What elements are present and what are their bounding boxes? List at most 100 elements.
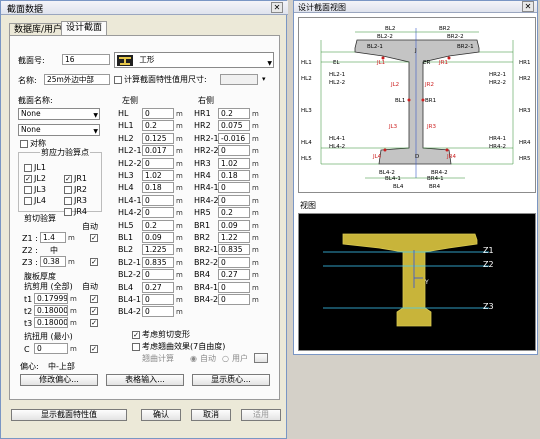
right-param-input-hr2-2[interactable]: 0 xyxy=(218,145,250,156)
calc-props-checkbox[interactable] xyxy=(114,76,122,84)
section-name-input[interactable]: 25m外边中部 xyxy=(44,74,110,85)
t3-auto-checkbox[interactable]: ✓ xyxy=(90,319,98,327)
right-param-input-hr5[interactable]: 0.2 xyxy=(218,207,250,218)
select-1-value: None xyxy=(21,109,41,118)
right-param-input-hr4-2[interactable]: 0 xyxy=(218,195,250,206)
right-param-input-br2-1[interactable]: 0.835 xyxy=(218,244,250,255)
jl2-checkbox[interactable]: ✓ xyxy=(24,175,32,183)
right-param-unit: m xyxy=(252,259,259,267)
left-param-input-bl4-2[interactable]: 0 xyxy=(142,306,174,317)
right-param-input-hr3[interactable]: 1.02 xyxy=(218,158,250,169)
left-param-unit: m xyxy=(176,147,183,155)
preview-svg xyxy=(323,233,489,327)
t2-label: t2 xyxy=(24,307,33,316)
left-param-input-bl4-1[interactable]: 0 xyxy=(142,294,174,305)
right-param-input-hr4[interactable]: 0.18 xyxy=(218,170,250,181)
left-param-input-hl4-1[interactable]: 0 xyxy=(142,195,174,206)
z3-input[interactable]: 0.38 xyxy=(40,256,66,267)
left-param-input-hl4-2[interactable]: 0 xyxy=(142,207,174,218)
right-param-input-br4-1[interactable]: 0 xyxy=(218,282,250,293)
right-param-unit: m xyxy=(252,234,259,242)
jr2-label: JR2 xyxy=(74,185,88,194)
preview-z3-label: Z3 xyxy=(483,302,494,311)
jr1-checkbox[interactable]: ✓ xyxy=(64,175,72,183)
jr4-checkbox[interactable] xyxy=(64,208,72,216)
right-param-input-hr2-1[interactable]: -0.016 xyxy=(218,133,250,144)
z1-unit: m xyxy=(68,234,75,242)
t2-input[interactable]: 0.18000 xyxy=(34,305,68,316)
left-param-input-hl2-1[interactable]: 0.017 xyxy=(142,145,174,156)
jl3-checkbox[interactable] xyxy=(24,186,32,194)
t3-label: t3 xyxy=(24,319,33,328)
right-param-unit: m xyxy=(252,135,259,143)
tab-design-section[interactable]: 设计截面 xyxy=(61,21,108,36)
z1-auto-checkbox[interactable]: ✓ xyxy=(90,234,98,242)
edit-offset-button[interactable]: 修改偏心... xyxy=(20,374,98,386)
z3-auto-checkbox[interactable]: ✓ xyxy=(90,258,98,266)
section-shape-select[interactable]: 工形 ▼ xyxy=(114,52,274,68)
right-param-input-br2[interactable]: 1.22 xyxy=(218,232,250,243)
close-icon[interactable]: ✕ xyxy=(522,1,534,12)
left-param-input-bl2-2[interactable]: 0 xyxy=(142,269,174,280)
warp-user-button[interactable] xyxy=(254,353,268,363)
left-param-input-hl[interactable]: 0 xyxy=(142,108,174,119)
left-column-header: 左侧 xyxy=(122,96,138,105)
right-param-input-hr2[interactable]: 0.075 xyxy=(218,120,250,131)
left-param-unit: m xyxy=(176,296,183,304)
warping-checkbox[interactable] xyxy=(132,343,140,351)
dim-hl2-2: HL2-2 xyxy=(329,80,346,86)
shear-deform-checkbox[interactable]: ✓ xyxy=(132,331,140,339)
left-param-input-hl3[interactable]: 1.02 xyxy=(142,170,174,181)
apply-button[interactable]: 适用 xyxy=(241,409,281,421)
close-icon[interactable]: ✕ xyxy=(271,2,283,13)
warp-auto-radio[interactable]: ◉ xyxy=(190,354,197,364)
ok-button[interactable]: 确认 xyxy=(141,409,181,421)
section-name-select-1[interactable]: None ▼ xyxy=(18,108,100,120)
table-input-button[interactable]: 表格输入... xyxy=(106,374,184,386)
warp-user-radio[interactable]: ○ xyxy=(222,354,229,364)
section-name-select-2[interactable]: None ▼ xyxy=(18,124,100,136)
right-param-input-br2-2[interactable]: 0 xyxy=(218,257,250,268)
right-param-unit: m xyxy=(252,160,259,168)
left-param-input-hl2[interactable]: 0.125 xyxy=(142,133,174,144)
right-param-input-hr1[interactable]: 0.2 xyxy=(218,108,250,119)
z1-input[interactable]: 1.4 xyxy=(40,232,66,243)
right-param-input-br1[interactable]: 0.09 xyxy=(218,220,250,231)
right-param-unit: m xyxy=(252,110,259,118)
t2-auto-checkbox[interactable]: ✓ xyxy=(90,307,98,315)
symmetric-checkbox[interactable] xyxy=(20,140,28,148)
left-param-unit: m xyxy=(176,284,183,292)
design-section-panel: 截面号: 16 工形 ▼ 名称: 25m外边中部 计算截面特性值用尺寸: ▾ 截… xyxy=(9,35,280,400)
c-input[interactable]: 0 xyxy=(34,343,68,354)
jr3-checkbox[interactable] xyxy=(64,197,72,205)
left-param-input-bl2[interactable]: 1.225 xyxy=(142,244,174,255)
jr4-label: JR4 xyxy=(74,207,88,216)
t1-input[interactable]: 0.17999 xyxy=(34,293,68,304)
jl1-checkbox[interactable] xyxy=(24,164,32,172)
left-param-label-hl: HL xyxy=(118,109,129,118)
t1-auto-checkbox[interactable]: ✓ xyxy=(90,295,98,303)
calc-props-arrow-icon[interactable]: ▾ xyxy=(262,74,266,84)
warping-label: 考虑翘曲效果(7自由度) xyxy=(142,342,226,351)
right-param-input-br4[interactable]: 0.27 xyxy=(218,269,250,280)
jr2-checkbox[interactable] xyxy=(64,186,72,194)
left-param-input-bl2-1[interactable]: 0.835 xyxy=(142,257,174,268)
section-id-input[interactable]: 16 xyxy=(62,54,110,65)
c-auto-checkbox[interactable]: ✓ xyxy=(90,345,98,353)
cancel-button[interactable]: 取消 xyxy=(191,409,231,421)
dim-hr5: HR5 xyxy=(519,156,531,162)
left-param-input-hl1[interactable]: 0.2 xyxy=(142,120,174,131)
show-centroid-button[interactable]: 显示质心... xyxy=(192,374,270,386)
left-param-input-hl2-2[interactable]: 0 xyxy=(142,158,174,169)
left-param-input-hl5[interactable]: 0.2 xyxy=(142,220,174,231)
left-param-input-bl1[interactable]: 0.09 xyxy=(142,232,174,243)
right-param-input-hr4-1[interactable]: 0 xyxy=(218,182,250,193)
left-param-label-hl1: HL1 xyxy=(118,121,134,130)
left-param-input-hl4[interactable]: 0.18 xyxy=(142,182,174,193)
right-param-input-br4-2[interactable]: 0 xyxy=(218,294,250,305)
right-param-unit: m xyxy=(252,222,259,230)
jl4-checkbox[interactable] xyxy=(24,197,32,205)
show-props-button[interactable]: 显示截面特性值 xyxy=(11,409,127,421)
t3-input[interactable]: 0.18000 xyxy=(34,317,68,328)
left-param-input-bl4[interactable]: 0.27 xyxy=(142,282,174,293)
